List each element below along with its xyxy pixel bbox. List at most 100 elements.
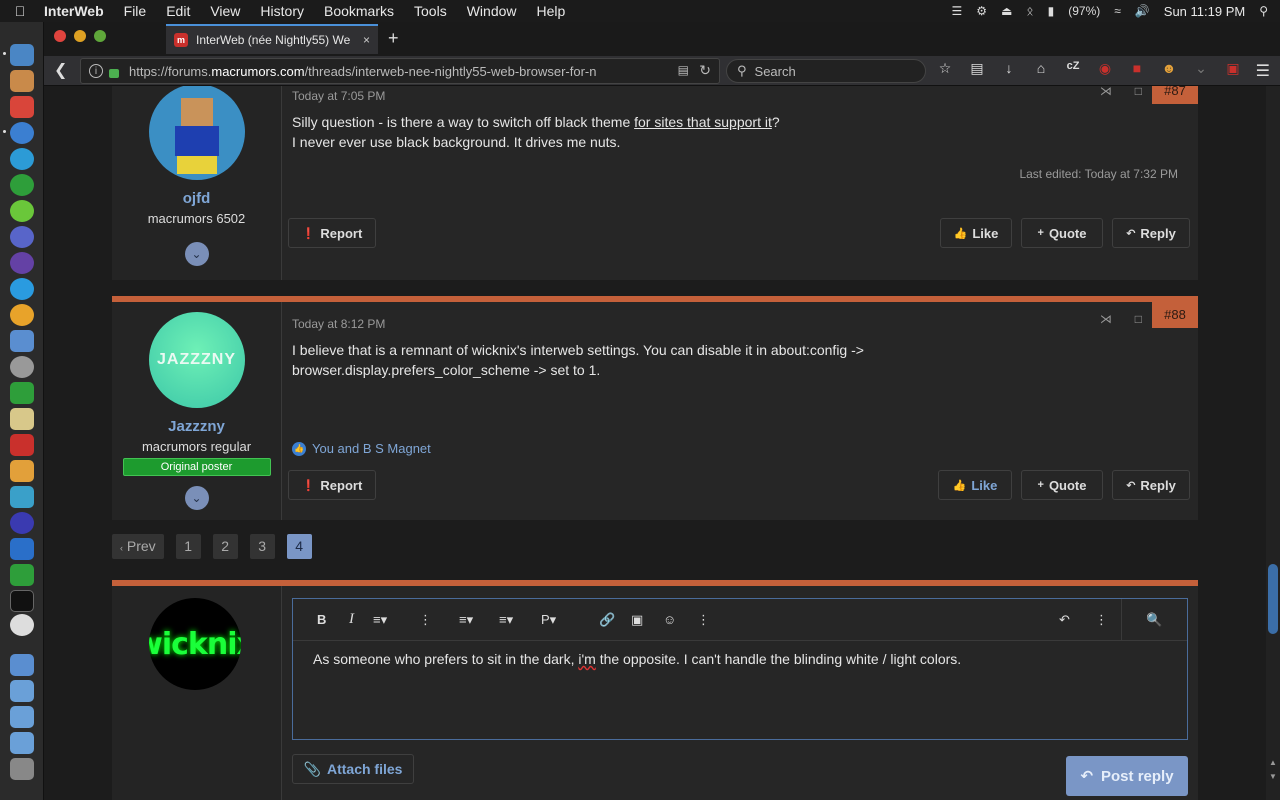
report-button[interactable]: ❗ Report [288, 470, 376, 500]
installer-icon[interactable] [10, 330, 34, 352]
prev-page-button[interactable]: ‹ Prev [112, 534, 164, 559]
eject-drive-icon[interactable] [10, 614, 34, 636]
ublock-icon[interactable]: ■ [1128, 60, 1146, 77]
post-reply-button[interactable]: ↶ Post reply [1066, 756, 1188, 796]
media-player-icon[interactable] [10, 382, 34, 404]
align-icon[interactable]: ≡▾ [499, 612, 513, 628]
avatar[interactable]: JAZZZNY [148, 312, 245, 408]
downloads-icon[interactable]: ↓ [1000, 60, 1018, 77]
trash-icon[interactable] [10, 758, 34, 780]
reply-button[interactable]: ↶ Reply [1112, 470, 1190, 500]
expand-user-info-button[interactable]: ⌄ [184, 486, 209, 510]
downloads-folder-icon[interactable] [10, 732, 34, 754]
url-bar[interactable]: i https://forums.macrumors.com/threads/i… [80, 58, 720, 84]
zoom-window-button[interactable] [94, 30, 106, 42]
more-vertical-icon[interactable]: ⋮ [697, 612, 710, 628]
menu-tools[interactable]: Tools [404, 0, 457, 22]
page-link-1[interactable]: 1 [175, 534, 201, 559]
reader-view-icon[interactable]: ▤ [678, 63, 689, 77]
search-input[interactable]: ⚲ Search [726, 59, 926, 83]
sun-app-icon[interactable] [10, 304, 34, 326]
addon-icon[interactable]: ▣ [1224, 60, 1242, 77]
minimize-window-button[interactable] [74, 30, 86, 42]
post-date[interactable]: Today at 8:12 PM [292, 317, 385, 331]
close-tab-icon[interactable]: × [363, 33, 370, 47]
excel-icon[interactable] [10, 564, 34, 586]
undo-icon[interactable]: ↶ [1059, 612, 1070, 628]
attach-files-button[interactable]: 📎 Attach files [292, 754, 414, 784]
page-link-3[interactable]: 3 [249, 534, 275, 559]
post-date[interactable]: Today at 7:05 PM [292, 89, 385, 103]
reply-editor[interactable]: B I ≡▾ ⋮ ≡▾ ≡▾ P▾ 🔗 ▣ ☺ ⋮ ↶ ⋮ 🔍 As someo… [292, 598, 1188, 740]
menu-bookmarks[interactable]: Bookmarks [314, 0, 404, 22]
like-button[interactable]: 👍 Like [940, 218, 1012, 248]
browser-tab[interactable]: m InterWeb (née Nightly55) We × [166, 24, 378, 54]
text-size-icon[interactable]: ≡▾ [373, 612, 387, 628]
link-icon[interactable]: 🔗 [599, 612, 615, 628]
site-info-icon[interactable]: i [89, 64, 103, 78]
apple-menu-icon[interactable]:  [0, 3, 40, 19]
share-icon[interactable]: ⋊ [1100, 86, 1112, 98]
more-vertical-icon[interactable]: ⋮ [1095, 612, 1108, 628]
twitch-icon[interactable] [10, 252, 34, 274]
app-menu[interactable]: InterWeb [40, 0, 114, 22]
drive-icon[interactable] [10, 654, 34, 676]
applications-folder-icon[interactable] [10, 680, 34, 702]
youtube-icon[interactable] [10, 434, 34, 456]
avatar[interactable]: wicknix [149, 598, 241, 690]
expand-user-info-button[interactable]: ⌄ [184, 242, 209, 266]
list-icon[interactable]: ≡▾ [459, 612, 473, 628]
word-icon[interactable] [10, 538, 34, 560]
reactions-text[interactable]: You and B S Magnet [312, 441, 431, 456]
script-editor-icon[interactable] [10, 408, 34, 430]
page-link-2[interactable]: 2 [212, 534, 238, 559]
menu-view[interactable]: View [200, 0, 250, 22]
username[interactable]: ojfd [112, 190, 281, 207]
battery-icon[interactable]: ▮ [1048, 4, 1055, 18]
post-body-link[interactable]: for sites that support it [634, 114, 772, 130]
bluetooth-icon[interactable]: ᛟ [1026, 4, 1033, 18]
messages-icon[interactable] [10, 278, 34, 300]
eject-icon[interactable]: ⏏ [1001, 4, 1012, 18]
menu-file[interactable]: File [114, 0, 157, 22]
emoji-icon[interactable]: ☺ [663, 612, 676, 627]
reactions-bar[interactable]: 👍 You and B S Magnet [292, 441, 431, 456]
drawing-app-icon[interactable] [10, 486, 34, 508]
quote-button[interactable]: + Quote [1021, 218, 1103, 248]
browser-globe-icon[interactable] [10, 148, 34, 170]
finder-icon[interactable] [10, 44, 34, 66]
clock[interactable]: Sun 11:19 PM [1164, 4, 1245, 19]
share-icon[interactable]: ⋊ [1100, 312, 1112, 326]
username[interactable]: Jazzzny [112, 418, 281, 435]
discord-icon[interactable] [10, 226, 34, 248]
interweb-icon[interactable] [10, 122, 34, 144]
menu-window[interactable]: Window [457, 0, 527, 22]
italic-icon[interactable]: I [349, 611, 354, 628]
wifi-icon[interactable]: ≈ [1114, 4, 1121, 18]
bookmark-star-icon[interactable]: ☆ [936, 60, 954, 77]
menu-history[interactable]: History [250, 0, 314, 22]
post-number[interactable]: #88 [1152, 302, 1198, 328]
page-scrollbar[interactable]: ▲ ▼ [1266, 86, 1280, 800]
volume-icon[interactable]: 🔊 [1135, 4, 1150, 18]
avatar[interactable] [148, 86, 245, 180]
bit-app-icon[interactable] [10, 512, 34, 534]
reply-button[interactable]: ↶ Reply [1112, 218, 1190, 248]
limewire-icon[interactable] [10, 200, 34, 222]
preview-icon[interactable]: 🔍 [1121, 599, 1187, 641]
mail-icon[interactable] [10, 96, 34, 118]
bookmark-icon[interactable]: □ [1135, 312, 1142, 326]
bold-icon[interactable]: B [317, 612, 326, 627]
gear-icon[interactable]: ⚙ [976, 4, 987, 18]
paragraph-icon[interactable]: P▾ [541, 612, 556, 628]
back-button[interactable]: ❮ [54, 60, 67, 80]
overflow-chevron-icon[interactable]: ⌄ [1192, 60, 1210, 77]
menu-edit[interactable]: Edit [156, 0, 200, 22]
report-button[interactable]: ❗ Report [288, 218, 376, 248]
spotlight-search-icon[interactable]: ⚲ [1259, 4, 1268, 18]
menu-extras-icon[interactable]: ☰ [952, 4, 963, 18]
home-icon[interactable]: ⌂ [1032, 60, 1050, 77]
scrollbar-thumb[interactable] [1268, 564, 1278, 634]
close-window-button[interactable] [54, 30, 66, 42]
scroll-down-arrow-icon[interactable]: ▼ [1269, 772, 1277, 781]
